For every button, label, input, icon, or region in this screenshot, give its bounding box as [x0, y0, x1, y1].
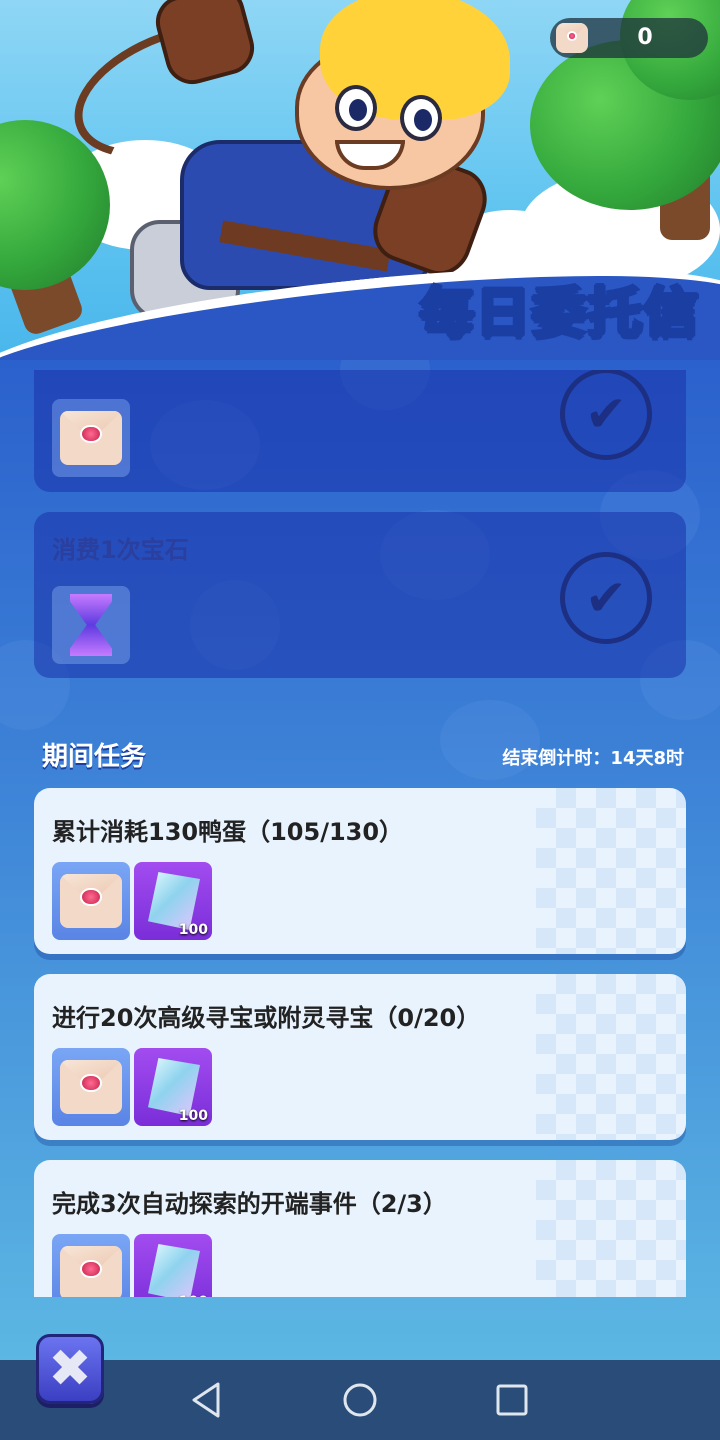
reward-slot[interactable] [52, 1048, 130, 1126]
reward-slot[interactable] [52, 862, 130, 940]
close-button[interactable]: ✖ [36, 1334, 104, 1404]
header-banner: 每日委托信 0 [0, 0, 720, 360]
reward-count: 100 [178, 922, 208, 938]
period-task-card[interactable]: 累计消耗130鸭蛋（105/130） 100 [34, 788, 686, 954]
crystal-icon [148, 1244, 200, 1297]
close-icon: ✖ [48, 1339, 92, 1399]
currency-counter[interactable]: 0 [550, 18, 708, 58]
reward-slot[interactable] [52, 399, 130, 477]
section-title-period-tasks: 期间任务 [42, 742, 147, 772]
recent-apps-icon[interactable] [490, 1378, 534, 1422]
reward-count: 100 [178, 1108, 208, 1124]
checker-pattern [536, 1160, 686, 1297]
currency-value: 0 [637, 25, 653, 50]
envelope-icon [60, 1060, 122, 1114]
task-title: 完成3次自动探索的开端事件（2/3） [52, 1190, 447, 1218]
daily-task-card[interactable]: 消费1次宝石 ✔ [34, 512, 686, 678]
envelope-icon [60, 411, 122, 465]
period-task-card[interactable]: 完成3次自动探索的开端事件（2/3） 100 [34, 1160, 686, 1297]
daily-task-card[interactable]: ✔ [34, 370, 686, 492]
page-title: 每日委托信 [419, 280, 700, 346]
reward-slot[interactable]: 100 [134, 862, 212, 940]
period-task-card[interactable]: 进行20次高级寻宝或附灵寻宝（0/20） 100 [34, 974, 686, 1140]
checker-pattern [536, 788, 686, 954]
completed-check-icon: ✔ [560, 370, 652, 460]
system-nav-bar [0, 1360, 720, 1440]
reward-slot[interactable]: 100 [134, 1048, 212, 1126]
envelope-icon [60, 1246, 122, 1297]
envelope-icon [556, 23, 588, 53]
reward-count: 100 [179, 1294, 208, 1297]
reward-slot[interactable] [52, 586, 130, 664]
hourglass-icon [70, 594, 112, 656]
task-title: 累计消耗130鸭蛋（105/130） [52, 818, 404, 846]
reward-slot[interactable] [52, 1234, 130, 1297]
countdown-timer: 结束倒计时：14天8时 [502, 748, 684, 769]
completed-check-icon: ✔ [560, 552, 652, 644]
reward-slot[interactable]: 100 [134, 1234, 212, 1297]
envelope-icon [60, 874, 122, 928]
hero-eye [335, 85, 377, 131]
hero-eye [400, 95, 442, 141]
home-icon[interactable] [338, 1378, 382, 1422]
task-title: 进行20次高级寻宝或附灵寻宝（0/20） [52, 1004, 481, 1032]
checker-pattern [536, 974, 686, 1140]
task-list[interactable]: ✔ 消费1次宝石 ✔ 期间任务 结束倒计时：14天8时 累计消耗130鸭蛋（10… [0, 370, 720, 1297]
back-icon[interactable] [186, 1378, 230, 1422]
task-title: 消费1次宝石 [52, 536, 189, 564]
